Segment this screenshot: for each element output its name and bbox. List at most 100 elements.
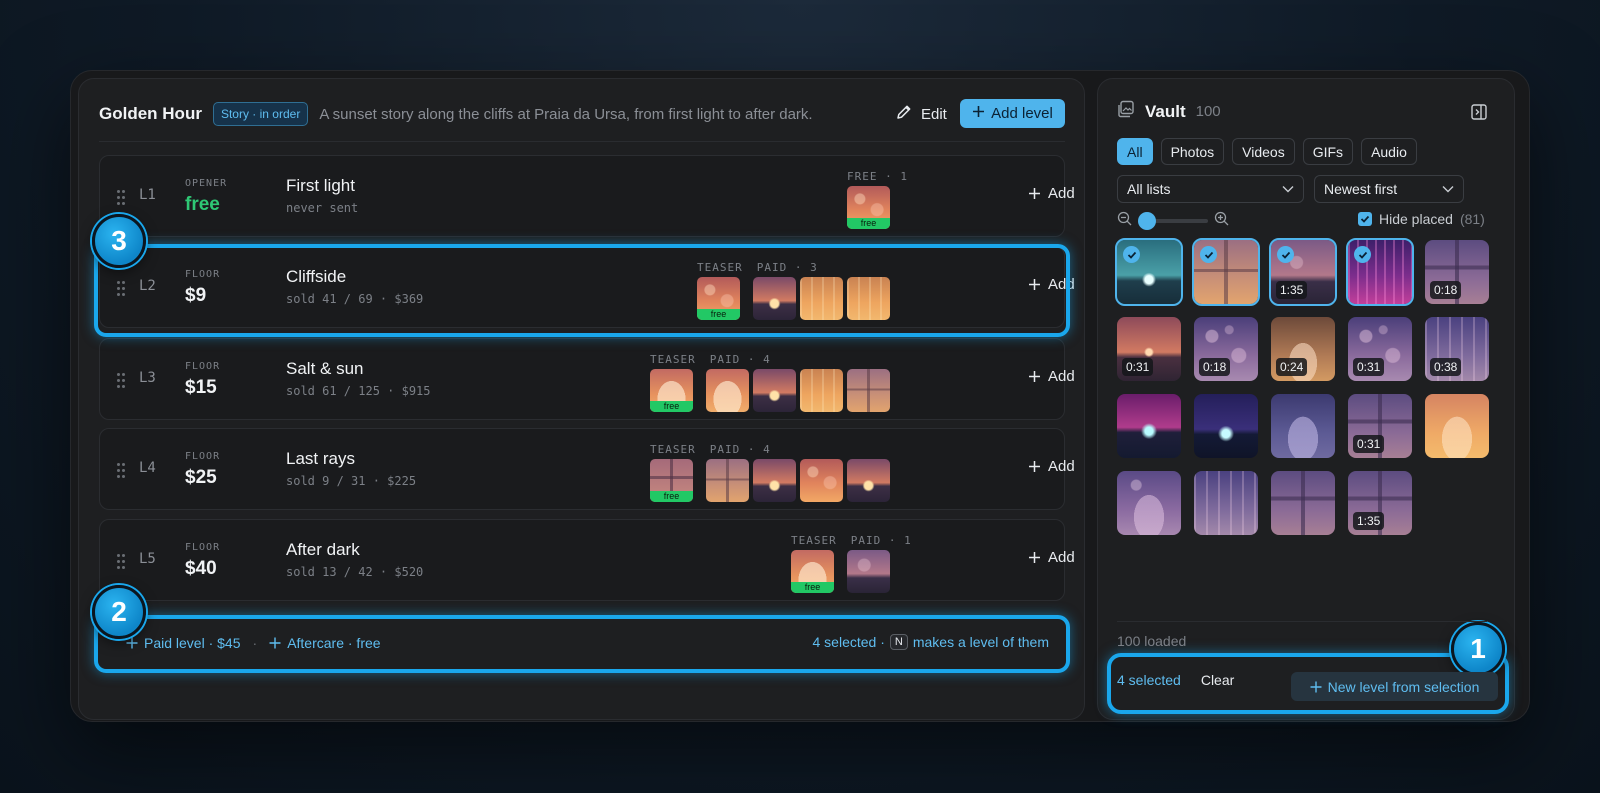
gallery-icon xyxy=(1117,100,1135,123)
drag-handle-icon[interactable] xyxy=(117,281,127,297)
paid-thumbnail[interactable] xyxy=(800,277,843,320)
chevron-down-icon xyxy=(1282,186,1294,193)
add-media-button[interactable]: Add xyxy=(1028,276,1075,293)
add-media-button[interactable]: Add xyxy=(1028,458,1075,475)
zoom-out-icon[interactable] xyxy=(1117,211,1132,231)
paid-thumbnail[interactable] xyxy=(847,277,890,320)
filter-chip-photos[interactable]: Photos xyxy=(1160,138,1225,165)
zoom-slider[interactable] xyxy=(1138,212,1208,230)
level-media: free xyxy=(697,277,890,320)
level-stats: sold 61 / 125 · $915 xyxy=(286,384,431,398)
drag-handle-icon[interactable] xyxy=(117,190,127,206)
zoom-in-icon[interactable] xyxy=(1214,211,1229,231)
paid-thumbnail[interactable] xyxy=(800,459,843,502)
step-marker-2: 2 xyxy=(92,585,146,639)
vault-tile[interactable] xyxy=(1271,471,1335,535)
clear-selection-button[interactable]: Clear xyxy=(1201,672,1234,688)
vault-tile[interactable]: 0:38 xyxy=(1425,317,1489,381)
pencil-icon xyxy=(895,103,913,125)
level-stats: sold 41 / 69 · $369 xyxy=(286,292,424,306)
level-kind: OPENER xyxy=(185,178,228,189)
level-code: L3 xyxy=(139,370,156,386)
level-media-labels: TEASER PAID · 4 xyxy=(650,353,771,366)
vault-tile[interactable]: 0:18 xyxy=(1425,240,1489,304)
plus-icon xyxy=(1029,552,1040,563)
separator-dot: · xyxy=(252,635,258,651)
zoom-slider-handle[interactable] xyxy=(1138,212,1156,230)
level-kind: FLOOR xyxy=(185,542,221,553)
vault-tile[interactable] xyxy=(1346,238,1414,306)
vault-tile[interactable] xyxy=(1194,471,1258,535)
drag-handle-icon[interactable] xyxy=(117,463,127,479)
vault-tile[interactable]: 0:24 xyxy=(1271,317,1335,381)
media-type-filters: All Photos Videos GIFs Audio xyxy=(1117,138,1417,165)
story-title: Golden Hour xyxy=(99,104,202,123)
vault-tile[interactable]: 0:18 xyxy=(1194,317,1258,381)
selection-hint-suffix: makes a level of them xyxy=(912,634,1049,650)
add-level-button[interactable]: Add level xyxy=(960,99,1065,128)
vault-tile[interactable] xyxy=(1117,394,1181,458)
add-media-button[interactable]: Add xyxy=(1028,185,1075,202)
vault-tile[interactable] xyxy=(1425,394,1489,458)
vault-tile[interactable] xyxy=(1271,394,1335,458)
teaser-thumbnail[interactable]: free xyxy=(650,369,693,412)
level-price: $15 xyxy=(185,377,217,398)
level-row: L3 FLOOR $15 Salt & sun sold 61 / 125 · $915… xyxy=(99,338,1075,420)
drag-handle-icon[interactable] xyxy=(117,373,127,389)
filter-chip-audio[interactable]: Audio xyxy=(1361,138,1417,165)
sort-select[interactable]: Newest first xyxy=(1314,175,1464,203)
vault-tile[interactable]: 0:31 xyxy=(1117,317,1181,381)
add-media-button[interactable]: Add xyxy=(1028,549,1075,566)
free-badge: free xyxy=(791,582,834,593)
filter-chip-gifs[interactable]: GIFs xyxy=(1302,138,1354,165)
collapse-panel-icon[interactable] xyxy=(1471,104,1487,120)
vault-tile[interactable]: 1:35 xyxy=(1269,238,1337,306)
teaser-thumbnail[interactable]: free xyxy=(847,186,890,229)
aftercare-label: Aftercare · free xyxy=(287,635,381,651)
vault-tile[interactable] xyxy=(1192,238,1260,306)
paid-thumbnail[interactable] xyxy=(753,277,796,320)
media-label: PAID · 4 xyxy=(709,353,771,366)
paid-thumbnail[interactable] xyxy=(847,369,890,412)
vault-tile[interactable]: 0:31 xyxy=(1348,394,1412,458)
paid-thumbnail[interactable] xyxy=(847,459,890,502)
paid-thumbnail[interactable] xyxy=(706,459,749,502)
teaser-thumbnail[interactable]: free xyxy=(650,459,693,502)
vault-tile[interactable] xyxy=(1115,238,1183,306)
level-kind: FLOOR xyxy=(185,361,221,372)
list-select[interactable]: All lists xyxy=(1117,175,1304,203)
add-media-button[interactable]: Add xyxy=(1028,368,1075,385)
paid-thumbnail[interactable] xyxy=(753,369,796,412)
teaser-thumbnail[interactable]: free xyxy=(791,550,834,593)
paid-thumbnail[interactable] xyxy=(753,459,796,502)
level-media-labels: TEASER PAID · 1 xyxy=(791,534,912,547)
vault-tile[interactable]: 0:31 xyxy=(1348,317,1412,381)
filter-chip-all[interactable]: All xyxy=(1117,138,1153,165)
vault-tile[interactable] xyxy=(1117,471,1181,535)
level-media: free xyxy=(650,459,890,502)
level-stats: sold 9 / 31 · $225 xyxy=(286,474,417,488)
story-description: A sunset story along the cliffs at Praia… xyxy=(319,105,813,123)
level-price: $25 xyxy=(185,467,217,488)
new-level-label: New level from selection xyxy=(1327,678,1480,695)
add-aftercare-link[interactable]: Aftercare · free xyxy=(269,635,381,651)
paid-thumbnail[interactable] xyxy=(706,369,749,412)
hide-placed-toggle[interactable]: Hide placed (81) xyxy=(1358,211,1485,227)
edit-button[interactable]: Edit xyxy=(895,99,947,129)
teaser-thumbnail[interactable]: free xyxy=(697,277,740,320)
paid-thumbnail[interactable] xyxy=(800,369,843,412)
paid-thumbnail[interactable] xyxy=(847,550,890,593)
plus-icon xyxy=(972,105,985,122)
drag-handle-icon[interactable] xyxy=(117,554,127,570)
level-name: Salt & sun xyxy=(286,359,364,378)
new-level-from-selection-button[interactable]: New level from selection xyxy=(1291,672,1498,701)
vault-tile[interactable] xyxy=(1194,394,1258,458)
media-label: FREE · 1 xyxy=(847,170,908,183)
vault-tile[interactable]: 1:35 xyxy=(1348,471,1412,535)
filter-chip-videos[interactable]: Videos xyxy=(1232,138,1295,165)
video-duration: 0:31 xyxy=(1353,435,1385,453)
add-paid-level-link[interactable]: Paid level · $45 xyxy=(126,635,241,651)
hide-placed-checkbox[interactable] xyxy=(1358,212,1372,226)
edit-label: Edit xyxy=(921,105,947,123)
level-row: L1 OPENER free First light never sent free FRE… xyxy=(99,155,1075,237)
